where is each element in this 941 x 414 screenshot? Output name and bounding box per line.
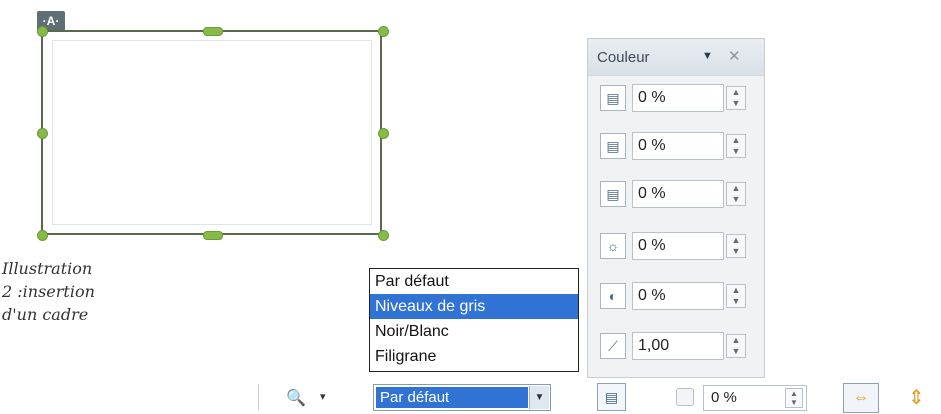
resize-handle-middle-right[interactable] <box>378 128 389 139</box>
contrast-icon: ◐ <box>600 283 626 309</box>
illustration-caption: Illustration 2 :insertion d'un cadre <box>2 257 172 326</box>
green-field[interactable]: 0 % <box>632 132 724 160</box>
graphics-mode-dropdown-list: Par défaut Niveaux de gris Noir/Blanc Fi… <box>369 268 579 372</box>
resize-handle-bottom-middle[interactable] <box>203 231 223 240</box>
contrast-spinner[interactable]: ▲ ▼ <box>726 284 746 308</box>
flip-horizontal-button[interactable]: ⇔ <box>843 383 879 413</box>
caption-line-3: d'un cadre <box>2 305 89 324</box>
gamma-spinner[interactable]: ▲ ▼ <box>726 334 746 358</box>
gamma-field[interactable]: 1,00 <box>632 332 724 360</box>
panel-menu-icon[interactable]: ▼ <box>702 50 713 62</box>
filter-icon[interactable]: 🔍 <box>286 388 306 408</box>
resize-handle-top-middle[interactable] <box>203 27 223 36</box>
dropdown-arrow-icon[interactable]: ▼ <box>529 386 549 409</box>
resize-handle-middle-left[interactable] <box>37 128 48 139</box>
color-panel: Couleur ▼ ✕ ▤ 0 % ▲ ▼ ▤ 0 % ▲ ▼ ▤ 0 % ▲ ▼ ☼… <box>587 38 765 378</box>
close-icon[interactable]: ✕ <box>728 47 741 65</box>
brightness-icon: ☼ <box>600 233 626 259</box>
option-grayscale[interactable]: Niveaux de gris <box>370 294 578 319</box>
caption-line-2: 2 :insertion <box>2 282 95 301</box>
red-channel-icon: ▤ <box>600 85 626 111</box>
gamma-icon: ⟋ <box>600 333 626 359</box>
blue-field[interactable]: 0 % <box>632 180 724 208</box>
color-settings-button[interactable]: ▤ <box>597 383 626 411</box>
resize-handle-bottom-left[interactable] <box>37 230 48 241</box>
color-panel-title-bar[interactable]: Couleur ▼ ✕ <box>588 39 764 76</box>
blue-channel-icon: ▤ <box>600 181 626 207</box>
green-row: ▤ 0 % ▲ ▼ <box>600 131 750 161</box>
toolbar-separator <box>258 384 259 410</box>
transparency-icon <box>676 388 694 406</box>
brightness-field[interactable]: 0 % <box>632 232 724 260</box>
blue-row: ▤ 0 % ▲ ▼ <box>600 179 750 209</box>
red-spinner[interactable]: ▲ ▼ <box>726 86 746 110</box>
brightness-spinner[interactable]: ▲ ▼ <box>726 234 746 258</box>
green-channel-icon: ▤ <box>600 133 626 159</box>
red-row: ▤ 0 % ▲ ▼ <box>600 83 750 113</box>
transparency-field[interactable]: 0 % ▲ ▼ <box>703 385 807 411</box>
option-black-white[interactable]: Noir/Blanc <box>370 319 578 344</box>
option-default[interactable]: Par défaut <box>370 269 578 294</box>
contrast-row: ◐ 0 % ▲ ▼ <box>600 281 750 311</box>
graphics-mode-value: Par défaut <box>376 387 528 408</box>
brightness-row: ☼ 0 % ▲ ▼ <box>600 231 750 261</box>
green-spinner[interactable]: ▲ ▼ <box>726 134 746 158</box>
resize-handle-bottom-right[interactable] <box>378 230 389 241</box>
contrast-field[interactable]: 0 % <box>632 282 724 310</box>
red-field[interactable]: 0 % <box>632 84 724 112</box>
resize-handle-top-left[interactable] <box>37 26 48 37</box>
graphics-mode-select[interactable]: Par défaut ▼ <box>373 384 551 411</box>
transparency-spinner[interactable]: ▲ ▼ <box>785 388 803 408</box>
flip-vertical-icon[interactable]: ⇕ <box>908 385 925 410</box>
gamma-row: ⟋ 1,00 ▲ ▼ <box>600 331 750 361</box>
text-frame-inner-border <box>52 40 372 225</box>
resize-handle-top-right[interactable] <box>378 26 389 37</box>
transparency-value: 0 % <box>711 389 737 406</box>
color-panel-title: Couleur <box>597 49 650 66</box>
caption-line-1: Illustration <box>2 259 93 278</box>
option-watermark[interactable]: Filigrane <box>370 344 578 369</box>
blue-spinner[interactable]: ▲ ▼ <box>726 182 746 206</box>
chevron-down-icon[interactable]: ▾ <box>320 390 326 403</box>
